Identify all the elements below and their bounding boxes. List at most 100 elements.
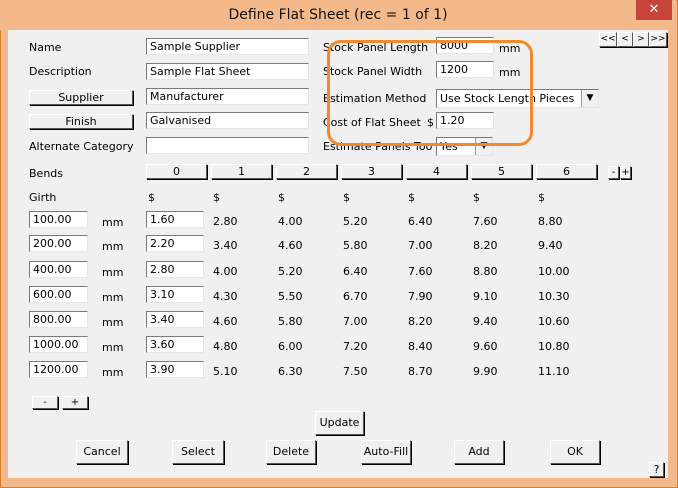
chevron-down-icon[interactable]: ▼: [581, 90, 598, 107]
auto-fill-button[interactable]: Auto-Fill: [361, 440, 411, 464]
girth-field[interactable]: 800.00: [29, 311, 88, 328]
girth-field[interactable]: 1000.00: [29, 336, 88, 353]
base-price-field[interactable]: 3.40: [146, 311, 204, 328]
ok-button[interactable]: OK: [550, 440, 600, 464]
highlight-annotation: [327, 40, 533, 146]
girth-unit: mm: [102, 216, 124, 229]
price-cell: 5.20: [278, 265, 303, 278]
price-cell: 9.60: [473, 340, 498, 353]
bend-button-5[interactable]: 5: [471, 164, 532, 179]
bend-button-4[interactable]: 4: [406, 164, 467, 179]
price-cell: 7.90: [408, 290, 433, 303]
price-cell: 5.80: [278, 315, 303, 328]
price-cell: 10.00: [538, 265, 570, 278]
delete-button[interactable]: Delete: [266, 440, 316, 464]
price-cell: 9.40: [473, 315, 498, 328]
finish-button[interactable]: Finish: [29, 114, 133, 129]
girth-unit: mm: [102, 266, 124, 279]
girth-unit: mm: [102, 366, 124, 379]
bends-label: Bends: [29, 167, 63, 180]
girth-field[interactable]: 400.00: [29, 261, 88, 278]
price-cell: 10.60: [538, 315, 570, 328]
currency-header: $: [538, 191, 545, 204]
price-cell: 9.90: [473, 365, 498, 378]
last-record-button[interactable]: >>: [649, 32, 667, 47]
add-button[interactable]: Add: [454, 440, 504, 464]
row-minus-button[interactable]: -: [32, 396, 58, 409]
girth-unit: mm: [102, 240, 124, 253]
base-price-field[interactable]: 3.60: [146, 336, 204, 353]
girth-field[interactable]: 200.00: [29, 235, 88, 252]
price-cell: 7.00: [343, 315, 368, 328]
girth-unit: mm: [102, 341, 124, 354]
price-cell: 5.80: [343, 239, 368, 252]
price-cell: 2.80: [213, 215, 238, 228]
price-cell: 7.50: [343, 365, 368, 378]
base-price-field[interactable]: 3.90: [146, 361, 204, 378]
girth-field[interactable]: 100.00: [29, 211, 88, 228]
help-button[interactable]: ?: [649, 462, 664, 477]
next-record-button[interactable]: >: [633, 32, 649, 47]
dialog-client: << < > >> Name Sample Supplier Descripti…: [8, 30, 668, 478]
price-cell: 8.20: [473, 239, 498, 252]
currency-header: $: [343, 191, 350, 204]
currency-header: $: [473, 191, 480, 204]
price-cell: 8.80: [473, 265, 498, 278]
select-button[interactable]: Select: [172, 440, 224, 464]
close-button[interactable]: ✕: [636, 0, 672, 20]
price-cell: 9.10: [473, 290, 498, 303]
price-cell: 7.20: [343, 340, 368, 353]
currency-header: $: [148, 191, 155, 204]
price-cell: 6.40: [343, 265, 368, 278]
name-field[interactable]: Sample Supplier: [146, 38, 309, 55]
row-plus-button[interactable]: +: [62, 396, 88, 409]
bend-button-2[interactable]: 2: [276, 164, 337, 179]
base-price-field[interactable]: 2.80: [146, 261, 204, 278]
bend-button-1[interactable]: 1: [211, 164, 272, 179]
girth-field[interactable]: 1200.00: [29, 361, 88, 378]
currency-header: $: [408, 191, 415, 204]
supplier-button[interactable]: Supplier: [29, 90, 133, 105]
price-cell: 7.00: [408, 239, 433, 252]
description-label: Description: [29, 65, 92, 78]
name-label: Name: [29, 41, 62, 54]
girth-field[interactable]: 600.00: [29, 286, 88, 303]
base-price-field[interactable]: 3.10: [146, 286, 204, 303]
price-cell: 8.20: [408, 315, 433, 328]
price-cell: 4.30: [213, 290, 238, 303]
girth-unit: mm: [102, 291, 124, 304]
alt-category-field[interactable]: [146, 137, 309, 154]
price-cell: 5.20: [343, 215, 368, 228]
girth-label: Girth: [29, 191, 57, 204]
bends-minus-button[interactable]: -: [608, 166, 619, 179]
bend-button-3[interactable]: 3: [341, 164, 402, 179]
bends-plus-button[interactable]: +: [620, 166, 631, 179]
bend-button-0[interactable]: 0: [146, 164, 207, 179]
price-cell: 8.80: [538, 215, 563, 228]
finish-field[interactable]: Galvanised: [146, 112, 309, 129]
price-cell: 6.00: [278, 340, 303, 353]
price-cell: 4.00: [278, 215, 303, 228]
prev-record-button[interactable]: <: [617, 32, 633, 47]
description-field[interactable]: Sample Flat Sheet: [146, 63, 309, 80]
base-price-field[interactable]: 1.60: [146, 211, 204, 228]
price-cell: 5.50: [278, 290, 303, 303]
base-price-field[interactable]: 2.20: [146, 235, 204, 252]
first-record-button[interactable]: <<: [599, 32, 617, 47]
supplier-field[interactable]: Manufacturer: [146, 88, 309, 105]
price-cell: 6.30: [278, 365, 303, 378]
currency-header: $: [278, 191, 285, 204]
price-cell: 5.10: [213, 365, 238, 378]
price-cell: 8.70: [408, 365, 433, 378]
bend-button-6[interactable]: 6: [536, 164, 597, 179]
title-bar[interactable]: Define Flat Sheet (rec = 1 of 1) ✕: [0, 0, 676, 30]
alt-category-label: Alternate Category: [29, 140, 134, 153]
cancel-button[interactable]: Cancel: [76, 440, 128, 464]
price-cell: 10.30: [538, 290, 570, 303]
update-button[interactable]: Update: [315, 411, 364, 435]
price-cell: 9.40: [538, 239, 563, 252]
price-cell: 4.80: [213, 340, 238, 353]
girth-unit: mm: [102, 316, 124, 329]
window-title: Define Flat Sheet (rec = 1 of 1): [228, 7, 448, 23]
price-cell: 3.40: [213, 239, 238, 252]
